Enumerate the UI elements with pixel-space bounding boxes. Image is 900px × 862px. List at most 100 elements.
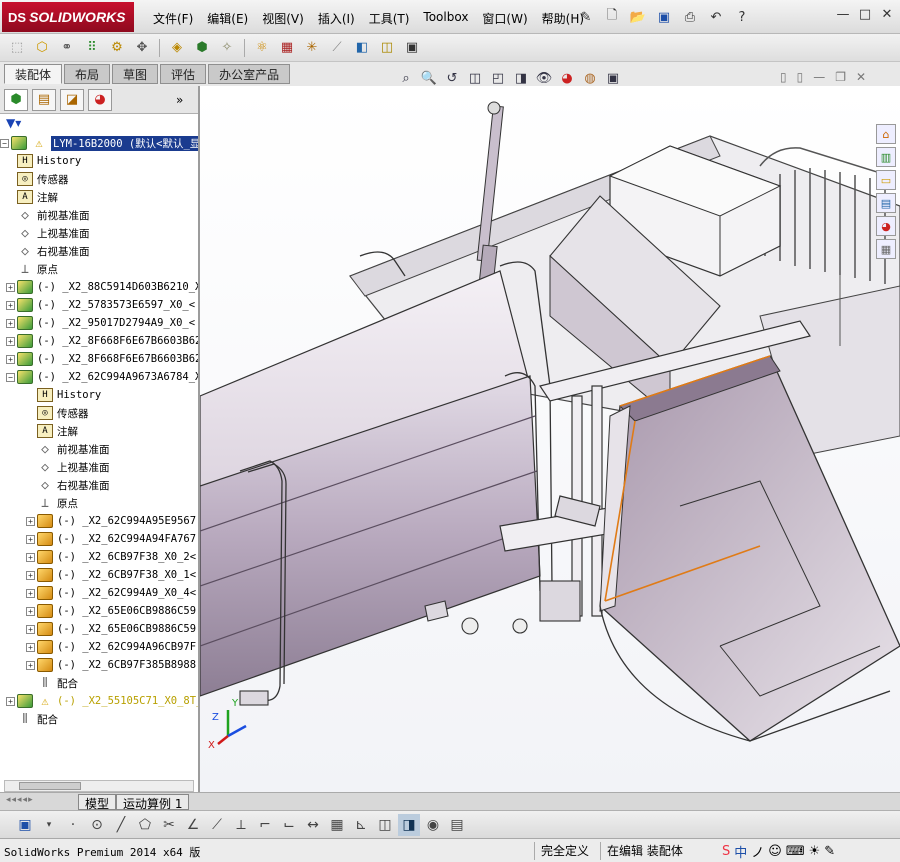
interference-detection-icon[interactable]: ◧	[351, 37, 373, 59]
tree-item[interactable]: ⊥ 原点	[0, 260, 198, 278]
expand-toggle[interactable]: −	[6, 372, 15, 382]
minimize-button[interactable]: —	[836, 7, 850, 22]
tab-layout[interactable]: 布局	[64, 64, 111, 84]
show-hidden-icon[interactable]: ◈	[166, 37, 188, 59]
point-icon[interactable]: ·	[62, 814, 84, 836]
solidworks-logo[interactable]: DS SOLIDWORKS	[2, 2, 134, 32]
edit-component-icon[interactable]: ⬚	[6, 37, 28, 59]
view-settings-icon[interactable]: ▣	[603, 69, 623, 87]
maximize-button[interactable]: □	[858, 7, 872, 22]
mirror-icon[interactable]: ⟂	[230, 814, 252, 836]
dimension-icon[interactable]: ↔	[302, 814, 324, 836]
zoom-to-fit-icon[interactable]: ⌕	[396, 69, 416, 87]
instant3d-icon[interactable]: ▣	[401, 37, 423, 59]
new-document-icon[interactable]: 🗋	[601, 7, 623, 27]
table-icon[interactable]: ▤	[446, 814, 468, 836]
edit-appearance-icon[interactable]: ◕	[557, 69, 577, 87]
save-icon[interactable]: ▣	[14, 814, 36, 836]
tree-item[interactable]: A 注解	[0, 422, 198, 440]
display-manager-tab-icon[interactable]: ◕	[88, 88, 112, 111]
filter-icon[interactable]: ▼▾	[6, 116, 21, 130]
section-view-icon[interactable]: ◫	[465, 69, 485, 87]
tree-item[interactable]: + (-) _X2_62C994A9_X0_4<	[0, 584, 198, 602]
expand-chevron-icon[interactable]: »	[176, 93, 183, 107]
open-folder-icon[interactable]: 📂	[627, 7, 649, 27]
pin-icon[interactable]: ✎	[575, 7, 597, 27]
expand-toggle[interactable]: +	[6, 336, 15, 346]
doc-restore-button[interactable]: ❐	[835, 70, 846, 84]
relations-icon[interactable]: ⊾	[350, 814, 372, 836]
tree-item[interactable]: ⫴ 配合	[0, 674, 198, 692]
line-icon[interactable]: ╱	[110, 814, 132, 836]
tab-scroll-arrows[interactable]: ◂◂◂◂▸	[6, 795, 34, 805]
new-motion-study-icon[interactable]: ⚛	[251, 37, 273, 59]
help-icon[interactable]: ?	[731, 7, 753, 27]
tree-item[interactable]: A 注解	[0, 188, 198, 206]
chinese-mode-icon[interactable]: 中	[734, 842, 747, 861]
tree-item[interactable]: ⫴ 配合	[0, 710, 198, 728]
expand-toggle[interactable]: +	[26, 570, 35, 580]
menu-edit[interactable]: 编辑(E)	[200, 8, 255, 29]
graphics-area[interactable]: Z Y X ⌂ ▥ ▭ ▤ ◕ ▦	[200, 86, 900, 792]
trim-icon[interactable]: ✂	[158, 814, 180, 836]
tree-item[interactable]: + (-) _X2_62C994A96CB97F	[0, 638, 198, 656]
tab-sketch[interactable]: 草图	[112, 64, 159, 84]
cube-view-icon[interactable]: ◫	[374, 814, 396, 836]
split-view-icon[interactable]: ▯	[780, 70, 787, 84]
previous-view-icon[interactable]: ↺	[442, 69, 462, 87]
mate-icon[interactable]: ⚭	[56, 37, 78, 59]
expand-toggle[interactable]: +	[6, 354, 15, 364]
hide-show-items-icon[interactable]: 👁	[534, 69, 554, 87]
chamfer-icon[interactable]: ⌙	[278, 814, 300, 836]
tree-item[interactable]: + (-) _X2_62C994A95E9567	[0, 512, 198, 530]
menu-tools[interactable]: 工具(T)	[362, 8, 417, 29]
doc-minimize-button[interactable]: —	[813, 70, 825, 84]
assembly-features-icon[interactable]: ⬢	[191, 37, 213, 59]
menu-toolbox[interactable]: Toolbox	[416, 8, 475, 29]
undo-icon[interactable]: ↶	[705, 7, 727, 27]
exploded-view-icon[interactable]: ✳	[301, 37, 323, 59]
tree-root-assembly[interactable]: − ⚠ LYM-16B2000 (默认<默认_显	[0, 134, 198, 152]
menu-window[interactable]: 窗口(W)	[475, 8, 534, 29]
keyboard-icon[interactable]: ⌨	[786, 844, 805, 859]
tree-item[interactable]: ⊥ 原点	[0, 494, 198, 512]
expand-toggle[interactable]: +	[6, 696, 15, 706]
tile-view-icon[interactable]: ▯	[797, 70, 804, 84]
clearance-verification-icon[interactable]: ◫	[376, 37, 398, 59]
expand-toggle[interactable]: +	[26, 516, 35, 526]
reference-geometry-icon[interactable]: ✧	[216, 37, 238, 59]
shaded-view-icon[interactable]: ◨	[398, 813, 420, 836]
tree-item[interactable]: H History	[0, 386, 198, 404]
tree-item[interactable]: + (-) _X2_8F668F6E67B6603B62	[0, 332, 198, 350]
tree-item[interactable]: + (-) _X2_6CB97F385B8988	[0, 656, 198, 674]
circle-icon[interactable]: ⊙	[86, 814, 108, 836]
smart-fasteners-icon[interactable]: ⚙	[106, 37, 128, 59]
punctuation-icon[interactable]: ノ	[751, 842, 764, 861]
tree-item[interactable]: + (-) _X2_6CB97F38_X0_1<	[0, 566, 198, 584]
tree-item[interactable]: ◎ 传感器	[0, 170, 198, 188]
home-icon[interactable]: ⌂	[876, 124, 896, 144]
sogou-input-icon[interactable]: S	[722, 844, 730, 859]
tree-item[interactable]: ◎ 传感器	[0, 404, 198, 422]
camera-icon[interactable]: ◉	[422, 814, 444, 836]
configuration-manager-tab-icon[interactable]: ◪	[60, 88, 84, 111]
tree-item[interactable]: + (-) _X2_65E06CB9886C59	[0, 602, 198, 620]
design-library-icon[interactable]: ▥	[876, 147, 896, 167]
tree-item[interactable]: − (-) _X2_62C994A9673A6784_X	[0, 368, 198, 386]
tab-assembly[interactable]: 装配体	[4, 64, 63, 84]
tree-horizontal-scrollbar[interactable]	[4, 780, 194, 792]
tree-item[interactable]: H History	[0, 152, 198, 170]
tree-item[interactable]: + (-) _X2_6CB97F38_X0_2<	[0, 548, 198, 566]
expand-toggle[interactable]: +	[6, 300, 15, 310]
skin-icon[interactable]: ☀	[809, 844, 821, 859]
zoom-to-area-icon[interactable]: 🔍	[419, 69, 439, 87]
expand-toggle[interactable]: +	[26, 552, 35, 562]
apply-scene-icon[interactable]: ◍	[580, 69, 600, 87]
doc-close-button[interactable]: ✕	[856, 70, 866, 84]
offset-icon[interactable]: ⟋	[206, 814, 228, 836]
appearances-icon[interactable]: ◕	[876, 216, 896, 236]
linear-pattern-icon[interactable]: ⠿	[81, 37, 103, 59]
feature-manager-tab-icon[interactable]: ⬢	[4, 88, 28, 111]
settings-wrench-icon[interactable]: ✎	[824, 844, 835, 859]
emoji-icon[interactable]: ☺	[768, 844, 782, 859]
